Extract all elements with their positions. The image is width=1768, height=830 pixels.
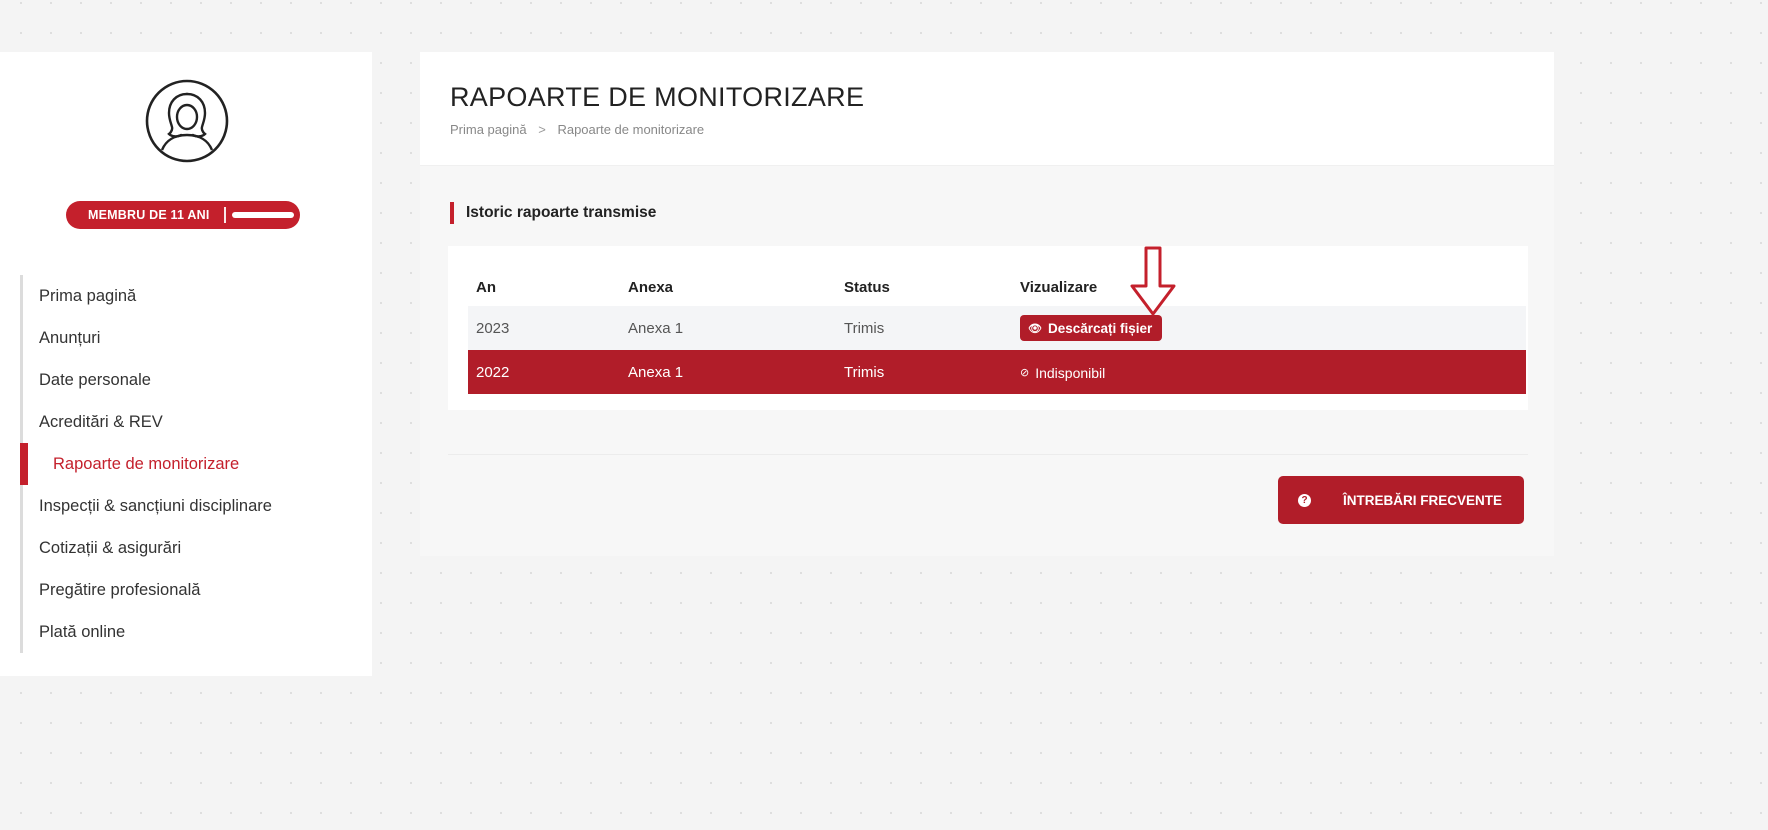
main-panel: RAPOARTE DE MONITORIZARE Prima pagină > … (420, 52, 1554, 556)
unavailable-status: ⊘ Indisponibil (1020, 365, 1105, 381)
membership-badge: MEMBRU DE 11 ANI (66, 201, 300, 229)
sidebar-item-prima-pagina[interactable]: Prima pagină (20, 275, 272, 317)
sidebar-item-anunturi[interactable]: Anunțuri (20, 317, 272, 359)
download-file-label: Descărcați fișier (1047, 320, 1153, 336)
faq-button[interactable]: ? ÎNTREBĂRI FRECVENTE (1278, 476, 1524, 524)
cell-anexa: Anexa 1 (620, 350, 836, 394)
sidebar-item-cotizatii[interactable]: Cotizații & asigurări (20, 527, 272, 569)
breadcrumb-separator: > (538, 122, 546, 137)
cell-anexa: Anexa 1 (620, 306, 836, 350)
cell-action: 👁 Descărcați fișier (1012, 306, 1526, 350)
cell-an: 2022 (468, 350, 620, 394)
sidebar-item-rapoarte[interactable]: Rapoarte de monitorizare (20, 443, 272, 485)
sidebar-item-inspectii[interactable]: Inspecții & sancțiuni disciplinare (20, 485, 272, 527)
column-header-anexa: Anexa (628, 278, 674, 296)
table-header-row: An Anexa Status Vizualizare (468, 268, 1526, 306)
table-row: 2023 Anexa 1 Trimis 👁 Descărcați fișier (468, 306, 1526, 350)
table-row: 2022 Anexa 1 Trimis ⊘ Indisponibil (468, 350, 1526, 394)
sidebar: MEMBRU DE 11 ANI Prima pagină Anunțuri D… (0, 52, 372, 676)
section-title: Istoric rapoarte transmise (450, 202, 656, 224)
sidebar-nav: Prima pagină Anunțuri Date personale Acr… (20, 275, 272, 653)
cell-status: Trimis (836, 306, 1012, 350)
membership-badge-label: MEMBRU DE 11 ANI (88, 208, 210, 222)
sidebar-item-date-personale[interactable]: Date personale (20, 359, 272, 401)
cell-action: ⊘ Indisponibil (1012, 350, 1526, 394)
breadcrumb: Prima pagină > Rapoarte de monitorizare (450, 122, 1554, 137)
column-header-an: An (476, 278, 496, 296)
unavailable-label: Indisponibil (1035, 364, 1106, 381)
column-header-vizualizare: Vizualizare (1020, 278, 1098, 296)
download-file-button[interactable]: 👁 Descărcați fișier (1020, 315, 1163, 341)
divider (448, 454, 1528, 455)
page-title: RAPOARTE DE MONITORIZARE (450, 82, 865, 112)
redacted-member-id (231, 212, 294, 218)
sidebar-item-acreditari[interactable]: Acreditări & REV (20, 401, 272, 443)
cell-an: 2023 (468, 306, 620, 350)
eye-icon: 👁 (1028, 322, 1042, 335)
down-arrow-icon (1130, 246, 1176, 316)
sidebar-item-plata-online[interactable]: Plată online (20, 611, 272, 653)
badge-separator (223, 207, 226, 223)
main-body: Istoric rapoarte transmise An Anexa Stat… (420, 166, 1554, 556)
user-avatar-icon (145, 79, 229, 163)
eye-slash-icon: ⊘ (1020, 367, 1030, 380)
reports-table: An Anexa Status Vizualizare 2023 Anexa 1… (468, 268, 1526, 394)
reports-table-card: An Anexa Status Vizualizare 2023 Anexa 1… (448, 246, 1528, 410)
faq-label: ÎNTREBĂRI FRECVENTE (1343, 492, 1503, 508)
sidebar-item-pregatire[interactable]: Pregătire profesională (20, 569, 272, 611)
question-icon: ? (1298, 493, 1311, 507)
breadcrumb-home[interactable]: Prima pagină (450, 122, 527, 137)
breadcrumb-current: Rapoarte de monitorizare (557, 122, 705, 137)
cell-status: Trimis (836, 350, 1012, 394)
column-header-status: Status (844, 278, 890, 296)
page-header: RAPOARTE DE MONITORIZARE Prima pagină > … (420, 52, 1554, 166)
